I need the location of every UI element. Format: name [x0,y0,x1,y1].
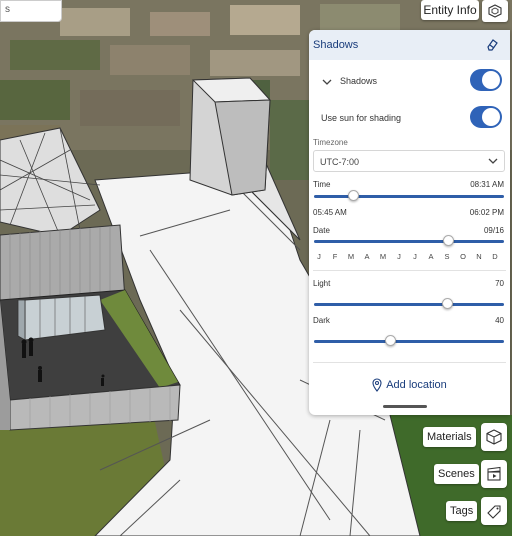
month-label: D [492,252,498,261]
light-value: 70 [495,279,504,288]
month-label: A [428,252,434,261]
timezone-value: UTC-7:00 [320,157,360,167]
timezone-label: Timezone [313,138,348,147]
date-label: Date [313,226,330,235]
tag-icon [487,505,501,519]
shadows-panel: Shadows Shadows Use sun for shading Time… [309,30,510,415]
view-cube-button[interactable] [482,0,508,22]
shadows-toggle-label: Shadows [340,76,378,86]
materials-button[interactable]: Materials [423,427,476,447]
month-label: O [460,252,466,261]
tags-label: Tags [450,505,474,517]
month-label: M [347,252,355,261]
month-label: F [332,252,338,261]
add-location-label: Add location [386,379,447,391]
location-pin-icon [372,378,382,392]
sunrise-time: 05:45 AM [313,208,347,217]
panel-drag-handle[interactable] [383,405,427,408]
tags-icon-button[interactable] [481,497,507,525]
shadows-panel-header: Shadows [309,30,510,60]
month-label: S [444,252,450,261]
month-label: J [317,252,321,261]
date-slider-thumb[interactable] [443,235,455,246]
use-sun-label: Use sun for shading [321,113,402,123]
month-label: J [413,252,417,261]
materials-icon-button[interactable] [481,423,507,451]
dark-slider[interactable] [314,335,504,346]
scenes-icon-button[interactable] [481,460,507,488]
materials-label: Materials [427,431,472,443]
add-location-button[interactable]: Add location [309,375,510,395]
shadows-toggle[interactable] [470,69,502,91]
cube-icon [488,4,502,18]
divider [313,270,506,271]
date-value: 09/16 [483,226,504,235]
chevron-down-icon[interactable] [322,77,332,87]
light-label: Light [313,279,331,288]
panel-title: Shadows [313,39,359,51]
timezone-select[interactable]: UTC-7:00 [313,150,505,172]
dark-slider-thumb[interactable] [384,335,396,346]
divider [313,362,506,363]
month-label: J [397,252,401,261]
dark-value: 40 [495,316,504,325]
chevron-down-icon [488,158,498,164]
month-label: A [364,252,370,261]
scenes-button[interactable]: Scenes [434,464,479,484]
time-value: 08:31 AM [470,180,504,189]
dark-label: Dark [313,316,330,325]
eraser-icon[interactable] [485,38,499,52]
month-label: N [476,252,482,261]
entity-info-button[interactable]: Entity Info [421,0,479,20]
material-cube-icon [486,429,502,445]
date-slider[interactable] [314,235,504,246]
use-sun-toggle[interactable] [470,106,502,128]
sunset-time: 06:02 PM [469,208,504,217]
clapperboard-icon [487,466,501,481]
tags-button[interactable]: Tags [446,501,478,521]
search-field[interactable]: s [0,0,62,22]
time-slider[interactable] [314,190,504,201]
scenes-label: Scenes [438,468,475,480]
time-slider-thumb[interactable] [348,190,360,201]
month-label: M [379,252,387,261]
time-label: Time [313,180,331,189]
entity-info-label: Entity Info [423,3,477,17]
light-slider-thumb[interactable] [441,298,453,309]
light-slider[interactable] [314,298,504,309]
